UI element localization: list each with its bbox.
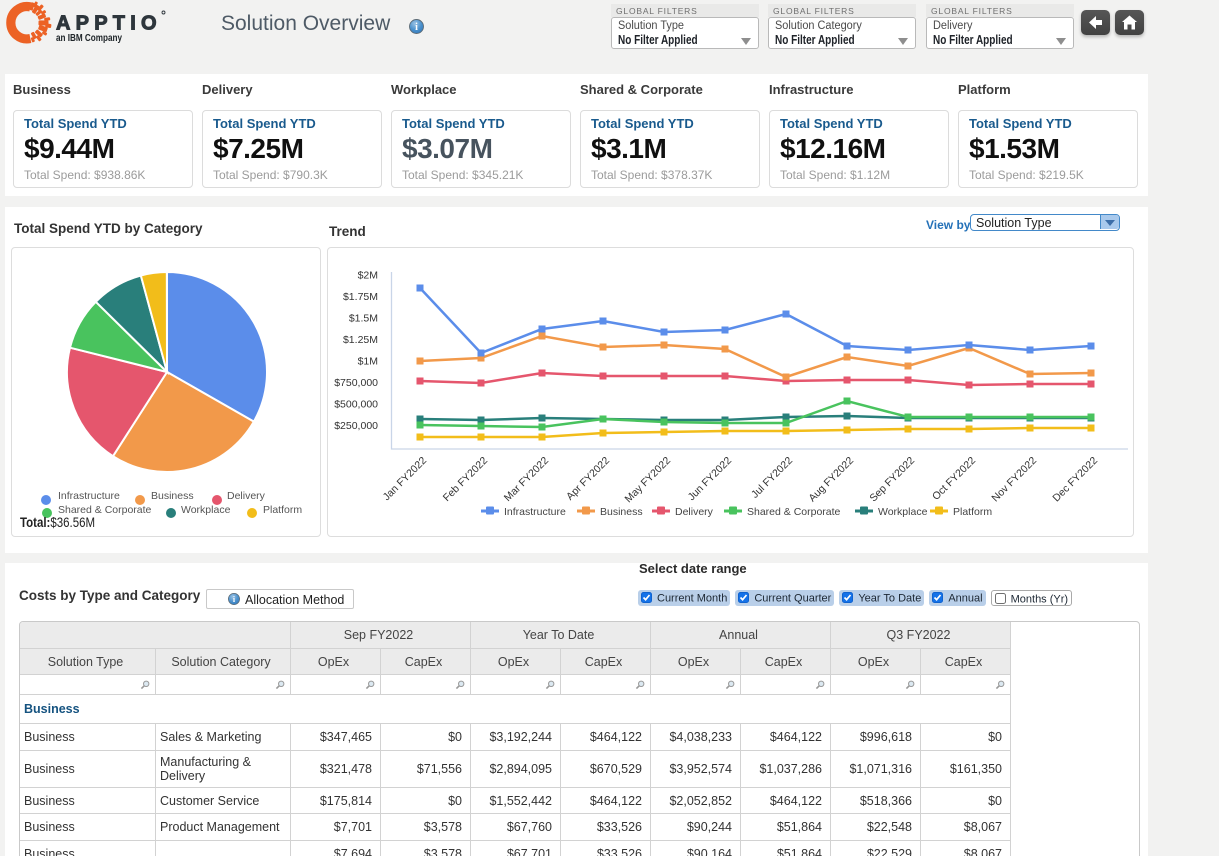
svg-text:Oct FY2022: Oct FY2022 [930,455,978,503]
svg-text:Workplace: Workplace [878,506,928,518]
svg-text:Apr FY2022: Apr FY2022 [564,455,612,503]
svg-text:Jun FY2022: Jun FY2022 [686,455,735,504]
svg-text:$1M: $1M [358,356,378,368]
svg-text:Platform: Platform [953,506,992,518]
svg-text:$750,000: $750,000 [334,377,378,389]
svg-text:Sep FY2022: Sep FY2022 [867,455,917,505]
svg-text:Aug FY2022: Aug FY2022 [806,455,856,505]
svg-text:$250,000: $250,000 [334,420,378,432]
svg-text:$2M: $2M [358,270,378,282]
svg-text:Feb FY2022: Feb FY2022 [441,455,490,504]
svg-text:Delivery: Delivery [675,506,714,518]
svg-text:$500,000: $500,000 [334,399,378,411]
svg-text:$1.5M: $1.5M [349,313,378,325]
svg-text:May FY2022: May FY2022 [623,455,674,506]
svg-text:Infrastructure: Infrastructure [504,506,566,518]
svg-text:Jul FY2022: Jul FY2022 [749,455,795,501]
svg-text:Mar FY2022: Mar FY2022 [502,455,551,504]
svg-text:Nov FY2022: Nov FY2022 [989,455,1039,505]
svg-text:Dec FY2022: Dec FY2022 [1050,455,1100,505]
svg-text:APPTIO: APPTIO [56,13,160,35]
svg-text:$1.75M: $1.75M [343,291,378,303]
svg-text:Jan FY2022: Jan FY2022 [381,455,430,504]
svg-text:an IBM Company: an IBM Company [56,33,122,44]
svg-text:$1.25M: $1.25M [343,334,378,346]
svg-text:Shared & Corporate: Shared & Corporate [747,506,841,518]
svg-text:Business: Business [600,506,643,518]
svg-text:i: i [415,22,418,33]
